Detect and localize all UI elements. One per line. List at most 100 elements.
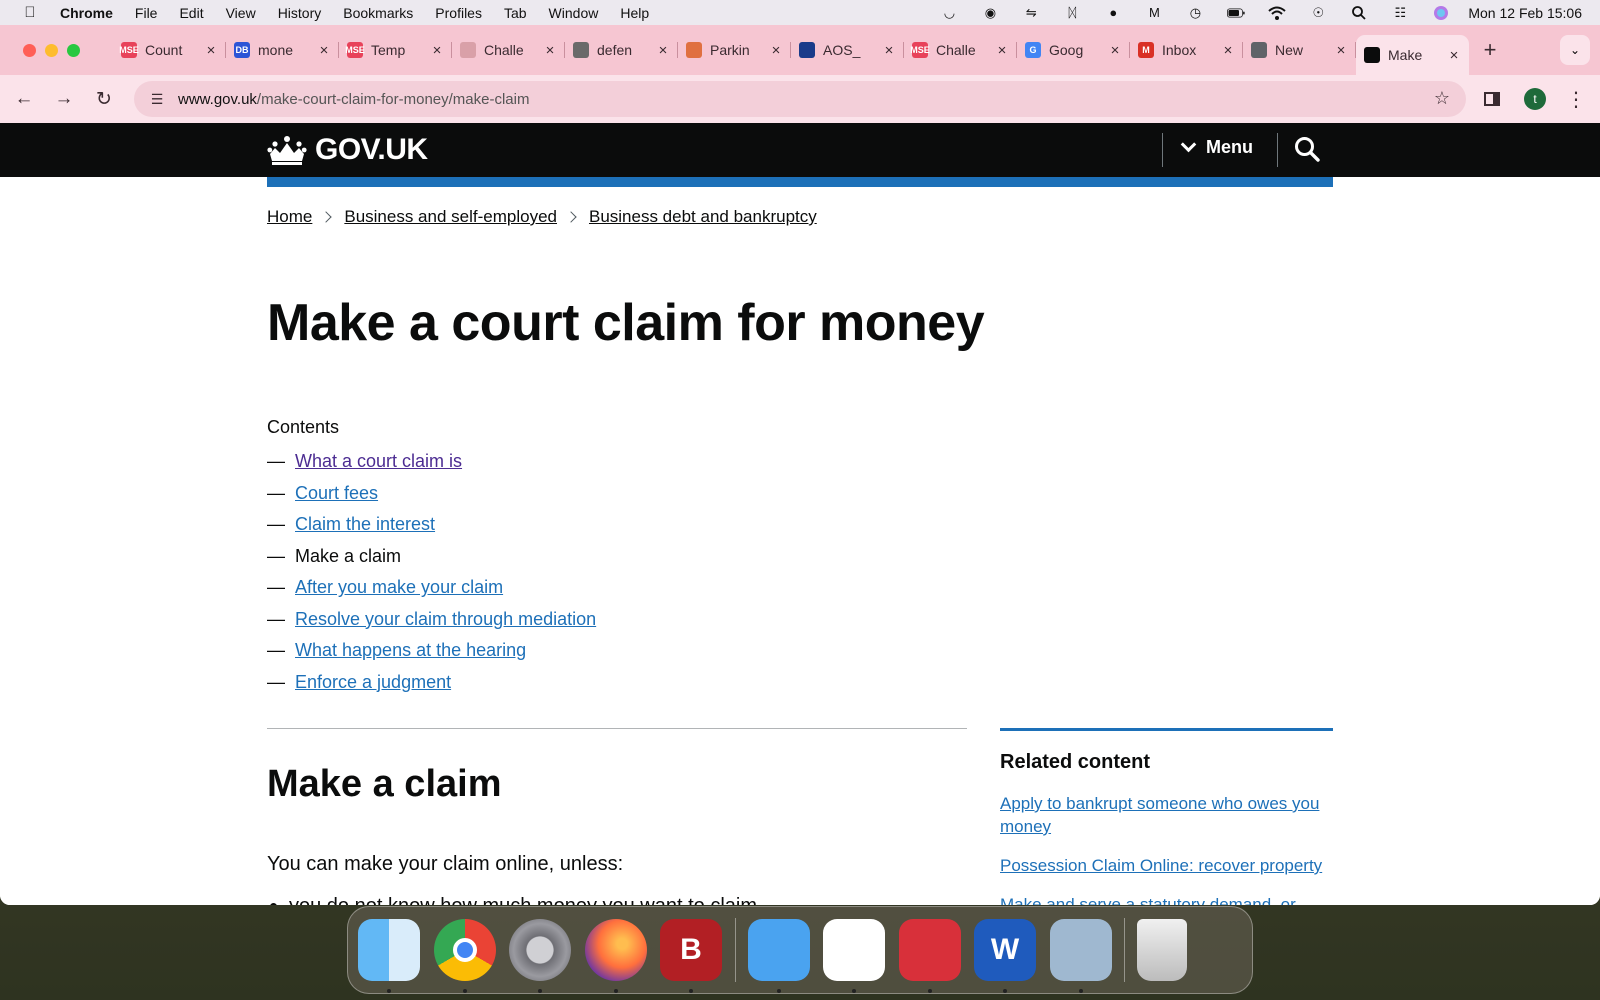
browser-tab[interactable]: defen ×	[565, 32, 678, 68]
minimize-window-button[interactable]	[45, 43, 58, 57]
menu-window[interactable]: Window	[549, 5, 599, 21]
profile-avatar[interactable]: t	[1524, 88, 1546, 110]
govuk-logo-link[interactable]: GOV.UK	[267, 133, 428, 167]
browser-tab[interactable]: MSE Count ×	[113, 32, 226, 68]
menu-profiles[interactable]: Profiles	[435, 5, 482, 21]
malwarebytes-icon[interactable]: M	[1145, 5, 1163, 20]
contents-heading: Contents	[267, 417, 340, 437]
siri-icon[interactable]	[1432, 5, 1450, 20]
spotlight-search-icon[interactable]	[1350, 5, 1368, 20]
breadcrumb-debt[interactable]: Business debt and bankruptcy	[589, 207, 817, 227]
expressvpn-menu-icon[interactable]: ⇋	[1022, 5, 1040, 20]
dock-system-settings-icon[interactable]	[509, 919, 571, 993]
contents-link[interactable]: What a court claim is	[295, 451, 462, 472]
tab-search-chevron-icon[interactable]: ⌄	[1560, 35, 1590, 65]
dock-bitwarden-icon[interactable]: B	[660, 919, 722, 993]
browser-tab[interactable]: MSE Temp ×	[339, 32, 452, 68]
bookmark-star-icon[interactable]: ☆	[1434, 88, 1450, 109]
browser-tab[interactable]: DB mone ×	[226, 32, 339, 68]
contents-dash: —	[267, 640, 285, 661]
browser-tab[interactable]: Challe ×	[452, 32, 565, 68]
browser-tab[interactable]: New ×	[1243, 32, 1356, 68]
user-icon[interactable]: ●	[1104, 5, 1122, 20]
bluetooth-icon[interactable]: ᛞ	[1063, 5, 1081, 20]
address-url[interactable]: www.gov.uk/make-court-claim-for-money/ma…	[178, 91, 529, 108]
close-tab-icon[interactable]: ×	[769, 42, 783, 59]
browser-tab[interactable]: G Goog ×	[1017, 32, 1130, 68]
close-tab-icon[interactable]: ×	[204, 42, 218, 59]
close-tab-icon[interactable]: ×	[1447, 47, 1461, 64]
close-tab-icon[interactable]: ×	[317, 42, 331, 59]
dock-trash-icon[interactable]	[1137, 919, 1187, 981]
close-tab-icon[interactable]: ×	[995, 42, 1009, 59]
menu-file[interactable]: File	[135, 5, 158, 21]
tab-active[interactable]: Make ×	[1356, 35, 1469, 75]
site-settings-icon[interactable]: ☰	[142, 91, 172, 108]
related-content-heading: Related content	[1000, 751, 1151, 773]
contents-link[interactable]: After you make your claim	[295, 577, 503, 598]
dock-mail-icon[interactable]	[747, 919, 810, 993]
close-window-button[interactable]	[23, 43, 36, 57]
dock-firefox-icon[interactable]	[584, 919, 647, 993]
contents-link[interactable]: Enforce a judgment	[295, 672, 451, 693]
related-link-statutory-demand[interactable]: Make and serve a statutory demand, or	[1000, 893, 1333, 905]
back-arrow-icon[interactable]: ←	[4, 88, 44, 110]
close-tab-icon[interactable]: ×	[1108, 42, 1122, 59]
tab-favicon-icon	[1251, 42, 1267, 58]
contents-link[interactable]: Court fees	[295, 483, 378, 504]
battery-icon[interactable]	[1227, 6, 1245, 20]
close-tab-icon[interactable]: ×	[656, 42, 670, 59]
breadcrumb-home[interactable]: Home	[267, 207, 312, 227]
menu-history[interactable]: History	[278, 5, 322, 21]
side-panel-icon[interactable]	[1484, 92, 1500, 106]
close-tab-icon[interactable]: ×	[1334, 42, 1348, 59]
dock-expressvpn-icon[interactable]	[898, 919, 961, 993]
close-tab-icon[interactable]: ×	[543, 42, 557, 59]
wifi-icon[interactable]	[1268, 6, 1287, 20]
time-machine-icon[interactable]: ◷	[1186, 5, 1204, 20]
close-tab-icon[interactable]: ×	[882, 42, 896, 59]
header-blue-underline	[267, 177, 1333, 187]
browser-tab[interactable]: MSE Challe ×	[904, 32, 1017, 68]
close-tab-icon[interactable]: ×	[1221, 42, 1235, 59]
menu-view[interactable]: View	[226, 5, 256, 21]
browser-window: MSE Count × DB mone × MSE Temp × Challe × defen × Par…	[0, 25, 1600, 905]
reload-icon[interactable]: ↻	[84, 88, 124, 111]
browser-tab[interactable]: Parkin ×	[678, 32, 791, 68]
dock-word-icon[interactable]: W	[974, 919, 1036, 993]
menu-help[interactable]: Help	[620, 5, 649, 21]
browser-tab[interactable]: M Inbox ×	[1130, 32, 1243, 68]
contents-link[interactable]: Claim the interest	[295, 514, 435, 535]
dock-finder-icon[interactable]	[358, 919, 420, 993]
contents-link[interactable]: What happens at the hearing	[295, 640, 526, 661]
govuk-search-button[interactable]	[1294, 136, 1320, 167]
tabs-strip: MSE Count × DB mone × MSE Temp × Challe × defen × Par…	[113, 25, 1469, 75]
tab-title: Temp	[371, 42, 406, 58]
account-circle-icon[interactable]: ☉	[1309, 5, 1327, 20]
dock-nordvpn-icon[interactable]	[823, 919, 885, 993]
contents-item: — Make a claim	[267, 541, 596, 573]
breadcrumb-business[interactable]: Business and self-employed	[344, 207, 557, 227]
address-bar[interactable]: ☰ www.gov.uk/make-court-claim-for-money/…	[134, 81, 1466, 117]
related-link-possession[interactable]: Possession Claim Online: recover propert…	[1000, 854, 1333, 877]
menu-tab[interactable]: Tab	[504, 5, 527, 21]
menu-bookmarks[interactable]: Bookmarks	[343, 5, 413, 21]
activity-gauge-icon[interactable]: ◡	[940, 5, 958, 20]
forward-arrow-icon[interactable]: →	[44, 88, 84, 110]
menu-app-name[interactable]: Chrome	[60, 5, 113, 21]
apple-menu-icon[interactable]: 	[20, 4, 40, 21]
dock-preview-icon[interactable]	[1049, 919, 1112, 993]
menu-bar-clock[interactable]: Mon 12 Feb 15:06	[1468, 5, 1582, 21]
related-link-bankrupt[interactable]: Apply to bankrupt someone who owes you m…	[1000, 792, 1333, 838]
creative-cloud-icon[interactable]: ◉	[981, 5, 999, 20]
menu-edit[interactable]: Edit	[179, 5, 203, 21]
contents-link[interactable]: Resolve your claim through mediation	[295, 609, 596, 630]
govuk-menu-button[interactable]: Menu	[1180, 136, 1253, 158]
chrome-menu-icon[interactable]: ⋮	[1566, 87, 1586, 112]
close-tab-icon[interactable]: ×	[430, 42, 444, 59]
dock-chrome-icon[interactable]	[433, 919, 496, 993]
browser-tab[interactable]: AOS_ ×	[791, 32, 904, 68]
fullscreen-window-button[interactable]	[67, 43, 80, 57]
new-tab-button[interactable]: +	[1475, 37, 1505, 63]
control-center-icon[interactable]: ☷	[1391, 5, 1409, 20]
